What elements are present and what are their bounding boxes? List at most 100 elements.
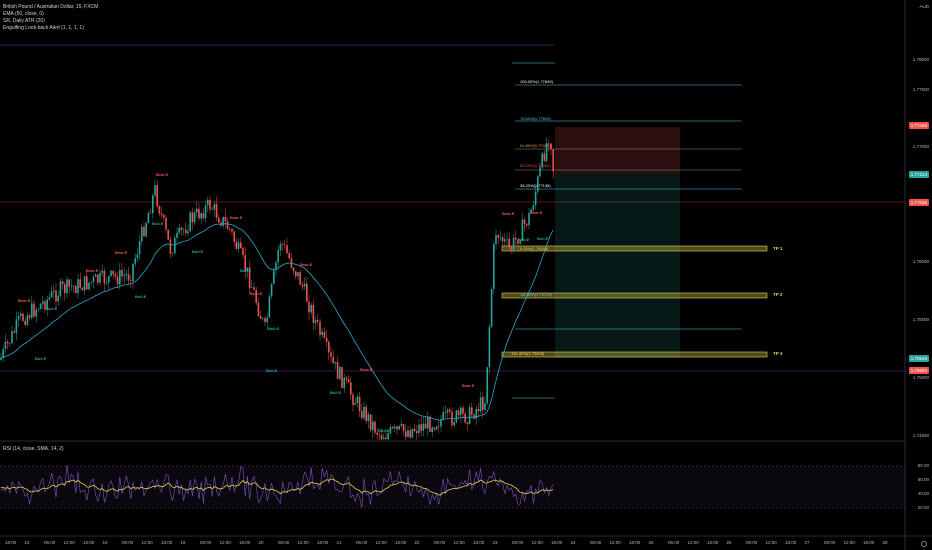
candle-body bbox=[222, 216, 224, 226]
time-tick-label: 15 bbox=[24, 540, 30, 545]
candle-body bbox=[149, 212, 152, 214]
candle-body bbox=[105, 282, 108, 284]
candle-body bbox=[512, 237, 515, 250]
candle-body bbox=[347, 379, 350, 383]
candle-body bbox=[224, 216, 227, 222]
candle-body bbox=[185, 229, 187, 234]
candle-body bbox=[39, 303, 42, 309]
time-tick-label: 20 bbox=[258, 540, 264, 545]
engulfing-indicator-label[interactable]: Engulfing Look-back Alert (1, 1, 1, 1) bbox=[3, 25, 98, 32]
candle-body bbox=[127, 274, 130, 281]
time-tick-label: 18 bbox=[102, 540, 108, 545]
candle-body bbox=[490, 289, 493, 327]
fib-neg2-label: -161.80%(1.75605) bbox=[510, 351, 545, 356]
candle-body bbox=[198, 208, 200, 219]
fib-382-label: 38.20%(1.77138) bbox=[520, 183, 551, 188]
candle-body bbox=[75, 286, 77, 294]
atr-indicator-label[interactable]: SR, Daily ATR (20) bbox=[3, 18, 98, 25]
candle-body bbox=[372, 421, 374, 430]
candle-body bbox=[405, 431, 407, 437]
candle-body bbox=[26, 315, 29, 325]
time-tick-label: 12:00 bbox=[765, 540, 777, 545]
candle-body bbox=[543, 153, 546, 161]
bull-engulfing-marker: Bull.E bbox=[537, 236, 549, 241]
candle-body bbox=[279, 243, 282, 251]
rsi-label[interactable]: RSI (14, close, SMA, 14, 2) bbox=[3, 446, 64, 452]
time-tick-label: 12:00 bbox=[843, 540, 855, 545]
fib-100-label: 100.00%(1.77849) bbox=[520, 79, 553, 84]
candle-body bbox=[50, 291, 53, 298]
candle-body bbox=[167, 229, 169, 240]
candle-body bbox=[317, 320, 319, 322]
candle-body bbox=[416, 430, 418, 433]
candle-body bbox=[35, 309, 37, 317]
candle-body bbox=[213, 204, 216, 210]
time-tick-label: 18:00 bbox=[551, 540, 563, 545]
candle-body bbox=[231, 229, 233, 232]
candle-body bbox=[15, 319, 18, 333]
bull-engulfing-marker: Bull.E bbox=[152, 221, 164, 226]
candle-body bbox=[449, 409, 451, 412]
candle-body bbox=[367, 414, 370, 422]
price-chart[interactable] bbox=[0, 0, 932, 550]
time-tick-label: 06:00 bbox=[668, 540, 680, 545]
time-tick-label: 06:00 bbox=[746, 540, 758, 545]
candle-body bbox=[196, 208, 198, 213]
candle-body bbox=[90, 281, 92, 283]
bull-engulfing-marker: Bull.E bbox=[266, 368, 278, 373]
candle-body bbox=[407, 430, 409, 437]
candle-body bbox=[70, 286, 73, 287]
candle-body bbox=[312, 304, 315, 324]
candle-body bbox=[389, 426, 392, 434]
candle-body bbox=[394, 426, 396, 429]
candle-body bbox=[495, 235, 497, 244]
fib-neg1-label: -61.80%(1.76126) bbox=[520, 292, 553, 297]
bear-engulfing-marker: Bear.E bbox=[230, 215, 243, 220]
candle-body bbox=[132, 263, 134, 282]
time-tick-label: 26 bbox=[726, 540, 732, 545]
candle-body bbox=[11, 331, 13, 344]
settings-gear-icon[interactable] bbox=[921, 541, 927, 547]
fib-50-label: 50.00%(1.77262) bbox=[520, 163, 551, 168]
candle-body bbox=[532, 205, 535, 210]
candle-body bbox=[440, 419, 442, 427]
candle-body bbox=[42, 301, 44, 304]
candle-body bbox=[332, 356, 334, 364]
symbol-title[interactable]: British Pound / Australian Dollar, 15, F… bbox=[3, 4, 98, 11]
rsi-tick-label: 80.00 bbox=[917, 463, 929, 468]
time-tick-label: 12:00 bbox=[219, 540, 231, 545]
price-tick-label: 1.74500 bbox=[912, 433, 929, 438]
candle-body bbox=[180, 227, 183, 231]
candle-body bbox=[341, 367, 343, 389]
candle-body bbox=[383, 437, 385, 440]
price-tick-label: 1.77000 bbox=[912, 144, 929, 149]
candle-body bbox=[398, 425, 400, 430]
candle-body bbox=[473, 414, 475, 419]
candle-body bbox=[147, 212, 150, 224]
candle-body bbox=[444, 412, 447, 413]
candle-body bbox=[257, 303, 260, 317]
candle-body bbox=[138, 241, 141, 255]
bear-engulfing-marker: Bear.E bbox=[462, 383, 475, 388]
candle-body bbox=[229, 229, 231, 230]
time-tick-label: 12:00 bbox=[375, 540, 387, 545]
candle-body bbox=[391, 426, 394, 429]
candle-body bbox=[477, 408, 480, 412]
candle-body bbox=[288, 253, 290, 259]
candle-body bbox=[308, 301, 310, 313]
candle-body bbox=[323, 331, 326, 338]
ema-indicator-label[interactable]: EMA (50, close, 0) bbox=[3, 11, 98, 18]
time-tick-label: 06:00 bbox=[122, 540, 134, 545]
candle-body bbox=[72, 286, 75, 287]
candle-body bbox=[204, 205, 207, 219]
candle-body bbox=[295, 271, 297, 277]
candle-body bbox=[165, 217, 167, 230]
candle-body bbox=[143, 226, 145, 237]
candle-body bbox=[510, 247, 513, 250]
time-tick-label: 22 bbox=[414, 540, 420, 545]
candle-body bbox=[471, 407, 473, 415]
candle-body bbox=[455, 410, 458, 423]
candle-body bbox=[431, 427, 433, 433]
candle-body bbox=[130, 280, 132, 282]
rsi-tick-label: 40.00 bbox=[917, 491, 929, 496]
